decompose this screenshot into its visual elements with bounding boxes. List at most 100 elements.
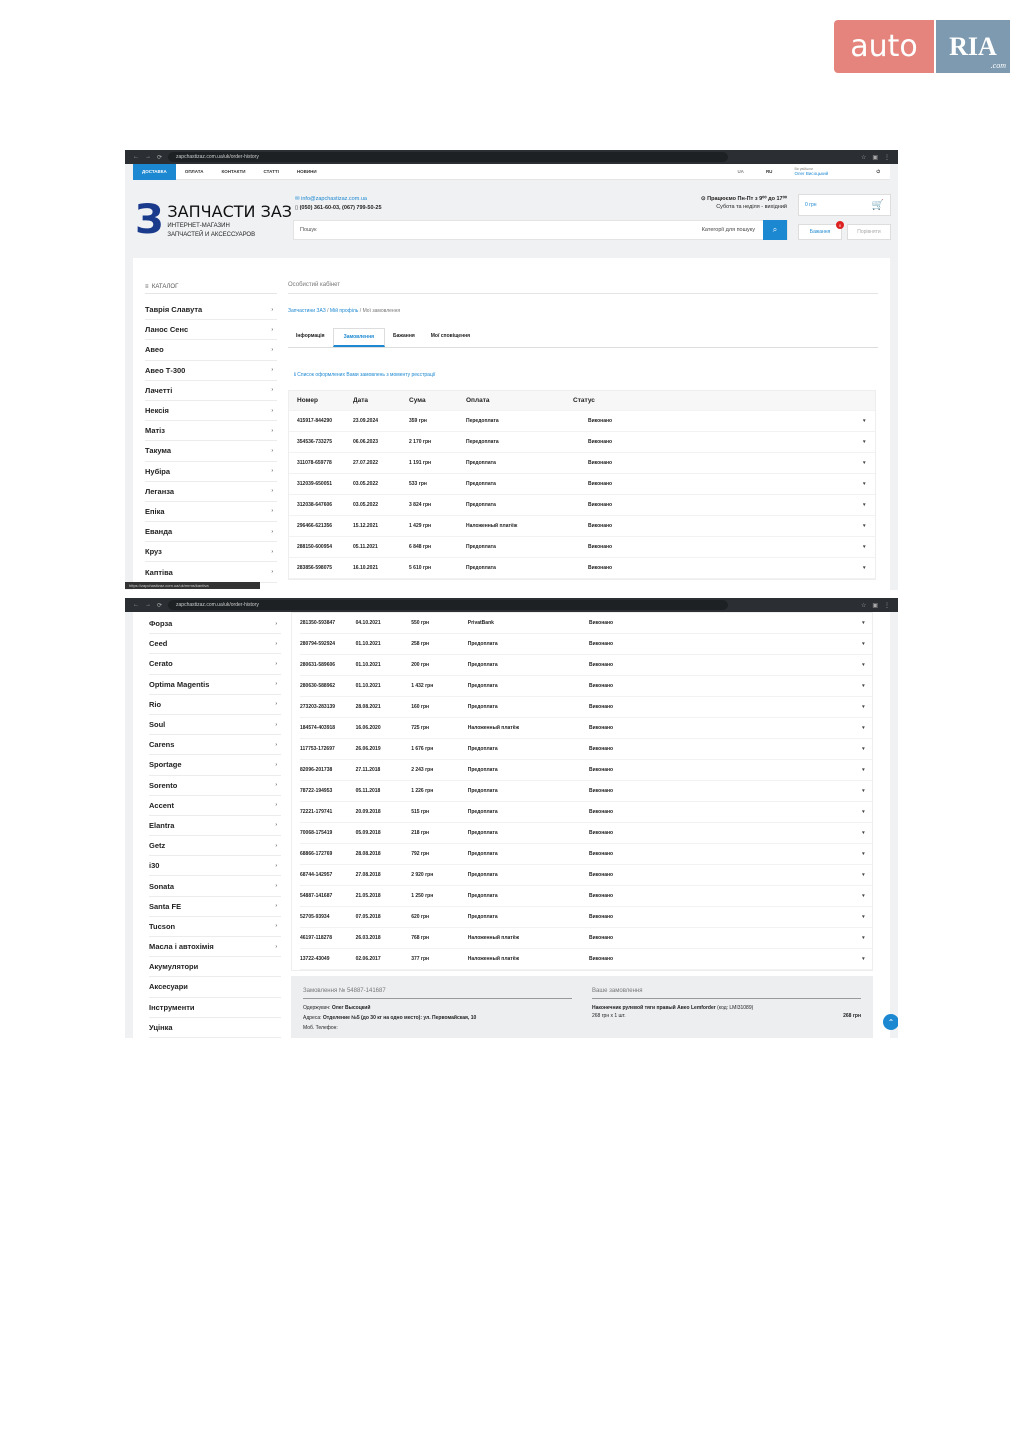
extensions-icon[interactable]: ▣ <box>872 154 878 161</box>
chevron-down-icon[interactable]: ▾ <box>862 956 872 962</box>
sidebar-item[interactable]: Getz › <box>149 836 281 857</box>
table-row[interactable]: 46197-118278 26.03.2018 768 грн Наложенный … <box>300 928 872 949</box>
chevron-down-icon[interactable]: ▾ <box>862 851 872 857</box>
sidebar-item[interactable]: Optima Magentis › <box>149 675 281 695</box>
scroll-top-button[interactable]: ⌃ <box>883 1014 898 1030</box>
sidebar-item[interactable]: Авео › <box>145 340 277 361</box>
table-row[interactable]: 283856-598075 16.10.2021 5 610 грн Предопла… <box>289 558 875 579</box>
address-bar[interactable]: zapchastizaz.com.ua/uk/order-history <box>168 152 729 162</box>
chevron-down-icon[interactable]: ▾ <box>862 662 872 668</box>
sidebar-item[interactable]: Еванда › <box>145 522 277 543</box>
table-row[interactable]: 296466-621356 15.12.2021 1 429 грн Наложенн… <box>289 516 875 537</box>
sidebar-item[interactable]: Нексія › <box>145 401 277 422</box>
sidebar-item[interactable]: Sorento › <box>149 776 281 796</box>
sidebar-item[interactable]: Уцінка <box>149 1018 281 1038</box>
chevron-down-icon[interactable]: ▾ <box>862 935 872 941</box>
search-bar[interactable]: Пошук Категорії для пошуку ⌕ <box>293 220 788 240</box>
breadcrumb-profile[interactable]: Мій профіль <box>330 308 358 314</box>
sidebar-item[interactable]: Rio › <box>149 695 281 715</box>
table-row[interactable]: 281350-593847 04.10.2021 550 грн PrivatBank… <box>300 613 872 634</box>
sidebar-item[interactable]: Інструменти <box>149 998 281 1018</box>
table-row[interactable]: 78722-194953 05.11.2018 1 226 грн Предоплат… <box>300 781 872 802</box>
back-icon[interactable]: ← <box>133 154 139 160</box>
sidebar-item[interactable]: Ceed › <box>149 634 281 655</box>
tab-notifications[interactable]: Мої сповіщення <box>423 328 478 347</box>
chevron-down-icon[interactable]: ▾ <box>863 544 873 550</box>
wishlist-button[interactable]: Бажання 0 <box>798 221 844 240</box>
site-logo[interactable]: З ЗАПЧАСТИ ЗАЗ ИНТЕРНЕТ-МАГАЗИН ЗАПЧАСТЕ… <box>135 200 292 240</box>
sidebar-item[interactable]: Лачетті › <box>145 381 277 401</box>
nav-delivery[interactable]: ДОСТАВКА <box>133 163 176 180</box>
sidebar-item[interactable]: Масла і автохімія › <box>149 937 281 958</box>
compare-button[interactable]: Порівняти <box>847 224 891 240</box>
sidebar-item[interactable]: Ланос Сенс › <box>145 320 277 341</box>
chevron-down-icon[interactable]: ▾ <box>863 523 873 529</box>
chevron-down-icon[interactable]: ▾ <box>862 620 872 626</box>
table-row[interactable]: 312038-647606 03.05.2022 3 824 грн Предопла… <box>289 495 875 516</box>
extensions-icon[interactable]: ▣ <box>872 602 878 609</box>
sidebar-item[interactable]: Таврія Славута › <box>145 300 277 321</box>
sidebar-item[interactable]: Sonata › <box>149 876 281 897</box>
menu-icon[interactable]: ⋮ <box>884 154 890 161</box>
table-row[interactable]: 273203-283139 28.08.2021 160 грн Предоплата… <box>300 697 872 718</box>
catalog-header[interactable]: ≡ КАТАЛОГ <box>145 280 277 294</box>
table-row[interactable]: 311078-659778 27.07.2022 1 191 грн Предопла… <box>289 453 875 474</box>
chevron-down-icon[interactable]: ▾ <box>862 809 872 815</box>
sidebar-item[interactable]: Епіка › <box>145 502 277 523</box>
sidebar-item[interactable]: Такума › <box>145 441 277 462</box>
chevron-down-icon[interactable]: ▾ <box>863 460 873 466</box>
sidebar-item[interactable]: Elantra › <box>149 816 281 837</box>
sidebar-item[interactable]: Каптіва › <box>145 562 277 583</box>
sidebar-item[interactable]: i30 › <box>149 856 281 877</box>
table-row[interactable]: 82096-201738 27.11.2018 2 243 грн Предоплат… <box>300 760 872 781</box>
search-input[interactable]: Пошук <box>294 227 702 233</box>
reload-icon[interactable]: ⟳ <box>157 154 162 161</box>
sidebar-item[interactable]: Матіз › <box>145 421 277 442</box>
chevron-down-icon[interactable]: ▾ <box>862 914 872 920</box>
lang-ua[interactable]: UA <box>737 169 744 174</box>
table-row[interactable]: 312039-650051 03.05.2022 533 грн Предоплата… <box>289 474 875 495</box>
lang-ru[interactable]: RU <box>766 169 773 174</box>
forward-icon[interactable]: → <box>145 602 151 608</box>
back-icon[interactable]: ← <box>133 602 139 608</box>
table-row[interactable]: 117753-172697 26.06.2019 1 676 грн Предопла… <box>300 739 872 760</box>
contact-email[interactable]: info@zapchastizaz.com.ua <box>301 196 367 202</box>
table-row[interactable]: 280794-592924 01.10.2021 258 грн Предоплата… <box>300 634 872 655</box>
sidebar-item[interactable]: Santa FE › <box>149 897 281 917</box>
chevron-down-icon[interactable]: ▾ <box>863 565 873 571</box>
sidebar-item[interactable]: Нубіра › <box>145 462 277 482</box>
nav-news[interactable]: НОВИНИ <box>288 164 326 180</box>
chevron-down-icon[interactable]: ▾ <box>862 893 872 899</box>
star-icon[interactable]: ☆ <box>861 154 866 161</box>
sidebar-item[interactable]: Авео Т-300 › <box>145 361 277 381</box>
sidebar-item[interactable]: Cerato › <box>149 654 281 675</box>
chevron-down-icon[interactable]: ▾ <box>862 725 872 731</box>
star-icon[interactable]: ☆ <box>861 602 866 609</box>
chevron-down-icon[interactable]: ▾ <box>862 830 872 836</box>
chevron-down-icon[interactable]: ▾ <box>862 872 872 878</box>
sidebar-item[interactable]: Sportage › <box>149 755 281 776</box>
tab-wishlist[interactable]: Бажання <box>385 328 423 347</box>
table-row[interactable]: 68744-142957 27.08.2018 2 920 грн Предоплат… <box>300 865 872 886</box>
forward-icon[interactable]: → <box>145 154 151 160</box>
table-row[interactable]: 72221-179741 20.09.2018 515 грн Предоплата В… <box>300 802 872 823</box>
sidebar-item[interactable]: Tucson › <box>149 917 281 937</box>
address-bar-2[interactable]: zapchastizaz.com.ua/uk/order-history <box>168 600 729 610</box>
nav-contacts[interactable]: КОНТАКТИ <box>212 164 254 180</box>
sidebar-item[interactable]: Круз › <box>145 542 277 563</box>
breadcrumb-home[interactable]: Запчастини ЗАЗ <box>288 308 326 314</box>
chevron-down-icon[interactable]: ▾ <box>863 502 873 508</box>
order-item-name[interactable]: Наконечник рулевой тяги правый Авео Lemf… <box>592 1005 716 1011</box>
table-row[interactable]: 13722-43049 02.06.2017 377 грн Наложенный п… <box>300 949 872 970</box>
menu-icon[interactable]: ⋮ <box>884 602 890 609</box>
sidebar-item[interactable]: Леганза › <box>145 482 277 502</box>
sidebar-item[interactable]: Soul › <box>149 715 281 736</box>
sidebar-item[interactable]: Аксесуари <box>149 977 281 998</box>
tab-orders[interactable]: Замовлення <box>332 328 386 347</box>
table-row[interactable]: 54887-141687 21.05.2018 1 250 грн Предоплат… <box>300 886 872 907</box>
nav-articles[interactable]: СТАТТІ <box>255 164 288 180</box>
table-row[interactable]: 415917-844290 23.09.2024 359 грн Передоплат… <box>289 411 875 432</box>
chevron-down-icon[interactable]: ▾ <box>862 767 872 773</box>
chevron-down-icon[interactable]: ▾ <box>863 481 873 487</box>
chevron-down-icon[interactable]: ▾ <box>862 746 872 752</box>
